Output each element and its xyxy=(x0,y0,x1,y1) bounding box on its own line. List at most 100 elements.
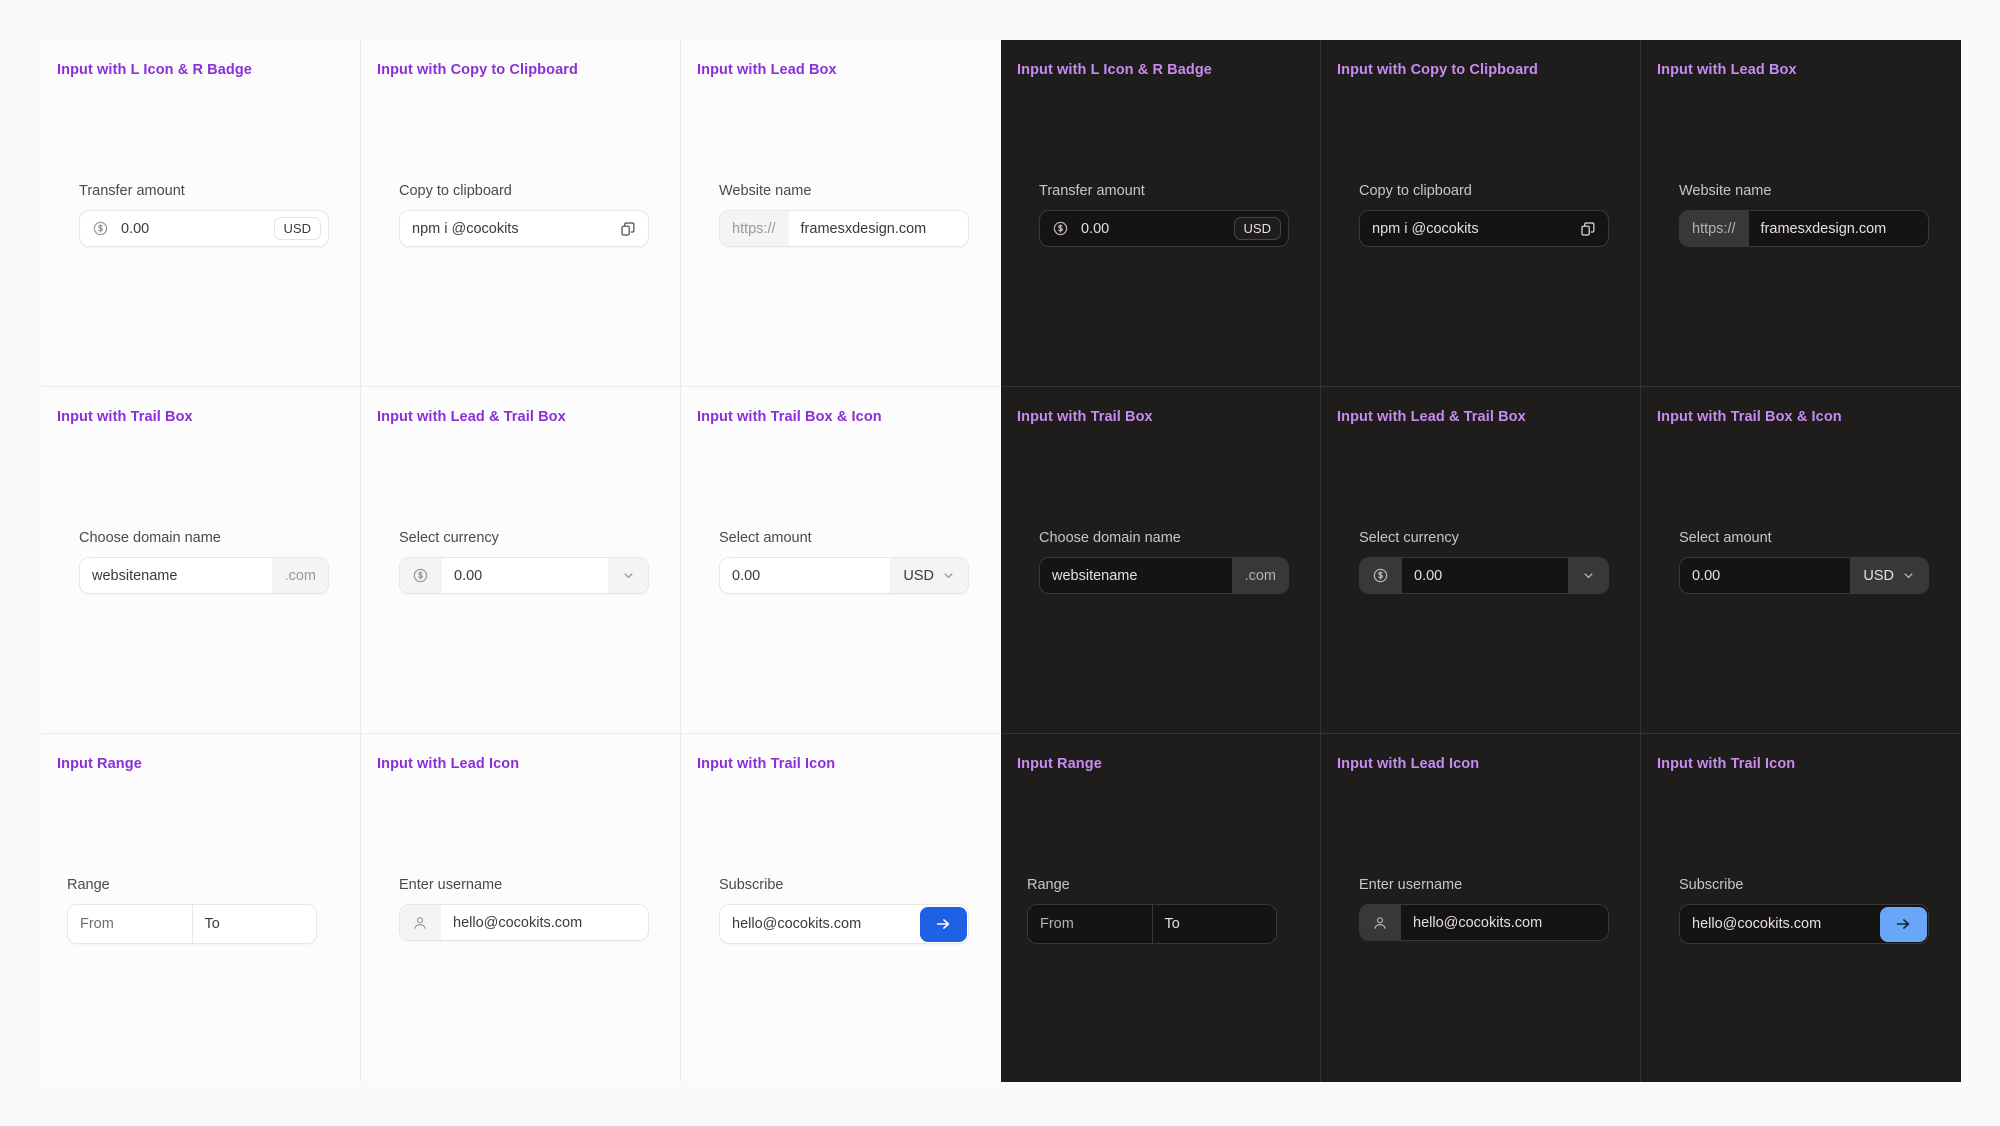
input-website-name[interactable]: https:// framesxdesign.com xyxy=(719,210,969,247)
dollar-circle-icon xyxy=(1040,211,1069,246)
field-subscribe: Subscribe hello@cocokits.com xyxy=(1679,877,1929,944)
input-value[interactable]: npm i @cocokits xyxy=(400,211,620,246)
input-subscribe[interactable]: hello@cocokits.com xyxy=(1679,904,1929,944)
field-range: Range From To xyxy=(1027,877,1277,944)
input-transfer-amount[interactable]: 0.00 USD xyxy=(1039,210,1289,247)
input-subscribe[interactable]: hello@cocokits.com xyxy=(719,904,969,944)
cell-input-trail-box-icon-dark: Input with Trail Box & Icon Select amoun… xyxy=(1641,387,1961,734)
input-value[interactable]: websitename xyxy=(80,558,272,593)
input-value[interactable]: 0.00 xyxy=(1402,558,1568,593)
cell-title: Input with L Icon & R Badge xyxy=(1017,62,1212,78)
input-select-amount[interactable]: 0.00 USD xyxy=(1679,557,1929,594)
input-value[interactable]: npm i @cocokits xyxy=(1360,211,1580,246)
cell-title: Input with Trail Box xyxy=(57,409,193,425)
cell-input-trail-box-dark: Input with Trail Box Choose domain name … xyxy=(1001,387,1321,734)
input-value[interactable]: 0.00 xyxy=(720,558,891,593)
cell-input-trail-icon-dark: Input with Trail Icon Subscribe hello@co… xyxy=(1641,734,1961,1082)
cell-title: Input with Trail Box & Icon xyxy=(1657,409,1842,425)
range-from-input[interactable]: From xyxy=(1028,905,1152,943)
copy-icon[interactable] xyxy=(620,211,648,246)
currency-badge[interactable]: USD xyxy=(1233,217,1281,240)
cell-title: Input with Lead Box xyxy=(1657,62,1797,78)
field-label: Range xyxy=(67,877,110,893)
input-value[interactable]: 0.00 xyxy=(442,558,608,593)
component-grid: Input with L Icon & R Badge Transfer amo… xyxy=(41,40,1961,1082)
trail-box-tld: .com xyxy=(271,558,328,593)
input-range[interactable]: From To xyxy=(1027,904,1277,944)
field-label: Website name xyxy=(719,183,812,199)
range-from-input[interactable]: From xyxy=(68,905,192,943)
field-username: Enter username hello@cocokits.com xyxy=(1359,877,1609,941)
cell-input-trail-icon-light: Input with Trail Icon Subscribe hello@co… xyxy=(681,734,1001,1082)
dollar-circle-icon xyxy=(1360,558,1402,593)
input-value[interactable]: framesxdesign.com xyxy=(1748,211,1928,246)
input-domain-name[interactable]: websitename .com xyxy=(1039,557,1289,594)
copy-icon[interactable] xyxy=(1580,211,1608,246)
field-label: Copy to clipboard xyxy=(399,183,512,199)
input-copy-clipboard[interactable]: npm i @cocokits xyxy=(1359,210,1609,247)
trail-box-currency-select[interactable]: USD xyxy=(1850,558,1928,593)
cell-title: Input with Lead Box xyxy=(697,62,837,78)
input-value[interactable]: websitename xyxy=(1040,558,1232,593)
trail-box-tld: .com xyxy=(1231,558,1288,593)
field-website-name: Website name https:// framesxdesign.com xyxy=(719,183,969,247)
field-label: Transfer amount xyxy=(79,183,185,199)
arrow-right-icon[interactable] xyxy=(1879,906,1927,942)
field-transfer-amount: Transfer amount 0.00 USD xyxy=(79,183,329,247)
input-select-amount[interactable]: 0.00 USD xyxy=(719,557,969,594)
field-label: Choose domain name xyxy=(1039,530,1181,546)
range-to-input[interactable]: To xyxy=(192,905,316,943)
input-value[interactable]: hello@cocokits.com xyxy=(1680,905,1878,943)
chevron-down-icon[interactable] xyxy=(1568,558,1608,593)
currency-badge[interactable]: USD xyxy=(273,217,321,240)
trail-box-currency-select[interactable]: USD xyxy=(890,558,968,593)
input-value[interactable]: framesxdesign.com xyxy=(788,211,968,246)
cell-title: Input Range xyxy=(57,756,142,772)
cell-title: Input with Lead Icon xyxy=(1337,756,1480,772)
dollar-circle-icon xyxy=(400,558,442,593)
input-value[interactable]: 0.00 xyxy=(1680,558,1851,593)
field-select-amount: Select amount 0.00 USD xyxy=(719,530,969,594)
input-value[interactable]: hello@cocokits.com xyxy=(441,905,648,940)
field-label: Copy to clipboard xyxy=(1359,183,1472,199)
chevron-down-icon xyxy=(1901,568,1916,583)
field-copy-clipboard: Copy to clipboard npm i @cocokits xyxy=(399,183,649,247)
input-transfer-amount[interactable]: 0.00 USD xyxy=(79,210,329,247)
input-username[interactable]: hello@cocokits.com xyxy=(1359,904,1609,941)
cell-title: Input with Lead Icon xyxy=(377,756,520,772)
cell-input-trail-box-light: Input with Trail Box Choose domain name … xyxy=(41,387,361,734)
dollar-circle-icon xyxy=(80,211,109,246)
cell-title: Input with Copy to Clipboard xyxy=(377,62,578,78)
input-username[interactable]: hello@cocokits.com xyxy=(399,904,649,941)
input-value[interactable]: hello@cocokits.com xyxy=(1401,905,1608,940)
chevron-down-icon[interactable] xyxy=(608,558,648,593)
field-copy-clipboard: Copy to clipboard npm i @cocokits xyxy=(1359,183,1609,247)
field-label: Select amount xyxy=(719,530,812,546)
cell-title: Input with Trail Box & Icon xyxy=(697,409,882,425)
input-select-currency[interactable]: 0.00 xyxy=(399,557,649,594)
cell-input-range-light: Input Range Range From To xyxy=(41,734,361,1082)
input-website-name[interactable]: https:// framesxdesign.com xyxy=(1679,210,1929,247)
field-label: Select currency xyxy=(399,530,499,546)
arrow-right-icon[interactable] xyxy=(919,906,967,942)
cell-title: Input with Copy to Clipboard xyxy=(1337,62,1538,78)
input-copy-clipboard[interactable]: npm i @cocokits xyxy=(399,210,649,247)
input-select-currency[interactable]: 0.00 xyxy=(1359,557,1609,594)
range-to-input[interactable]: To xyxy=(1152,905,1276,943)
field-label: Choose domain name xyxy=(79,530,221,546)
input-value[interactable]: 0.00 xyxy=(109,211,274,246)
cell-title: Input Range xyxy=(1017,756,1102,772)
field-range: Range From To xyxy=(67,877,317,944)
lead-box-protocol: https:// xyxy=(1680,211,1749,246)
trail-box-currency-label: USD xyxy=(1863,567,1894,584)
field-select-amount: Select amount 0.00 USD xyxy=(1679,530,1929,594)
field-label: Website name xyxy=(1679,183,1772,199)
input-domain-name[interactable]: websitename .com xyxy=(79,557,329,594)
input-value[interactable]: 0.00 xyxy=(1069,211,1234,246)
lead-box-protocol: https:// xyxy=(720,211,789,246)
cell-input-l-icon-r-badge-light: Input with L Icon & R Badge Transfer amo… xyxy=(41,40,361,387)
cell-title: Input with Lead & Trail Box xyxy=(1337,409,1526,425)
cell-title: Input with Lead & Trail Box xyxy=(377,409,566,425)
input-range[interactable]: From To xyxy=(67,904,317,944)
input-value[interactable]: hello@cocokits.com xyxy=(720,905,918,943)
